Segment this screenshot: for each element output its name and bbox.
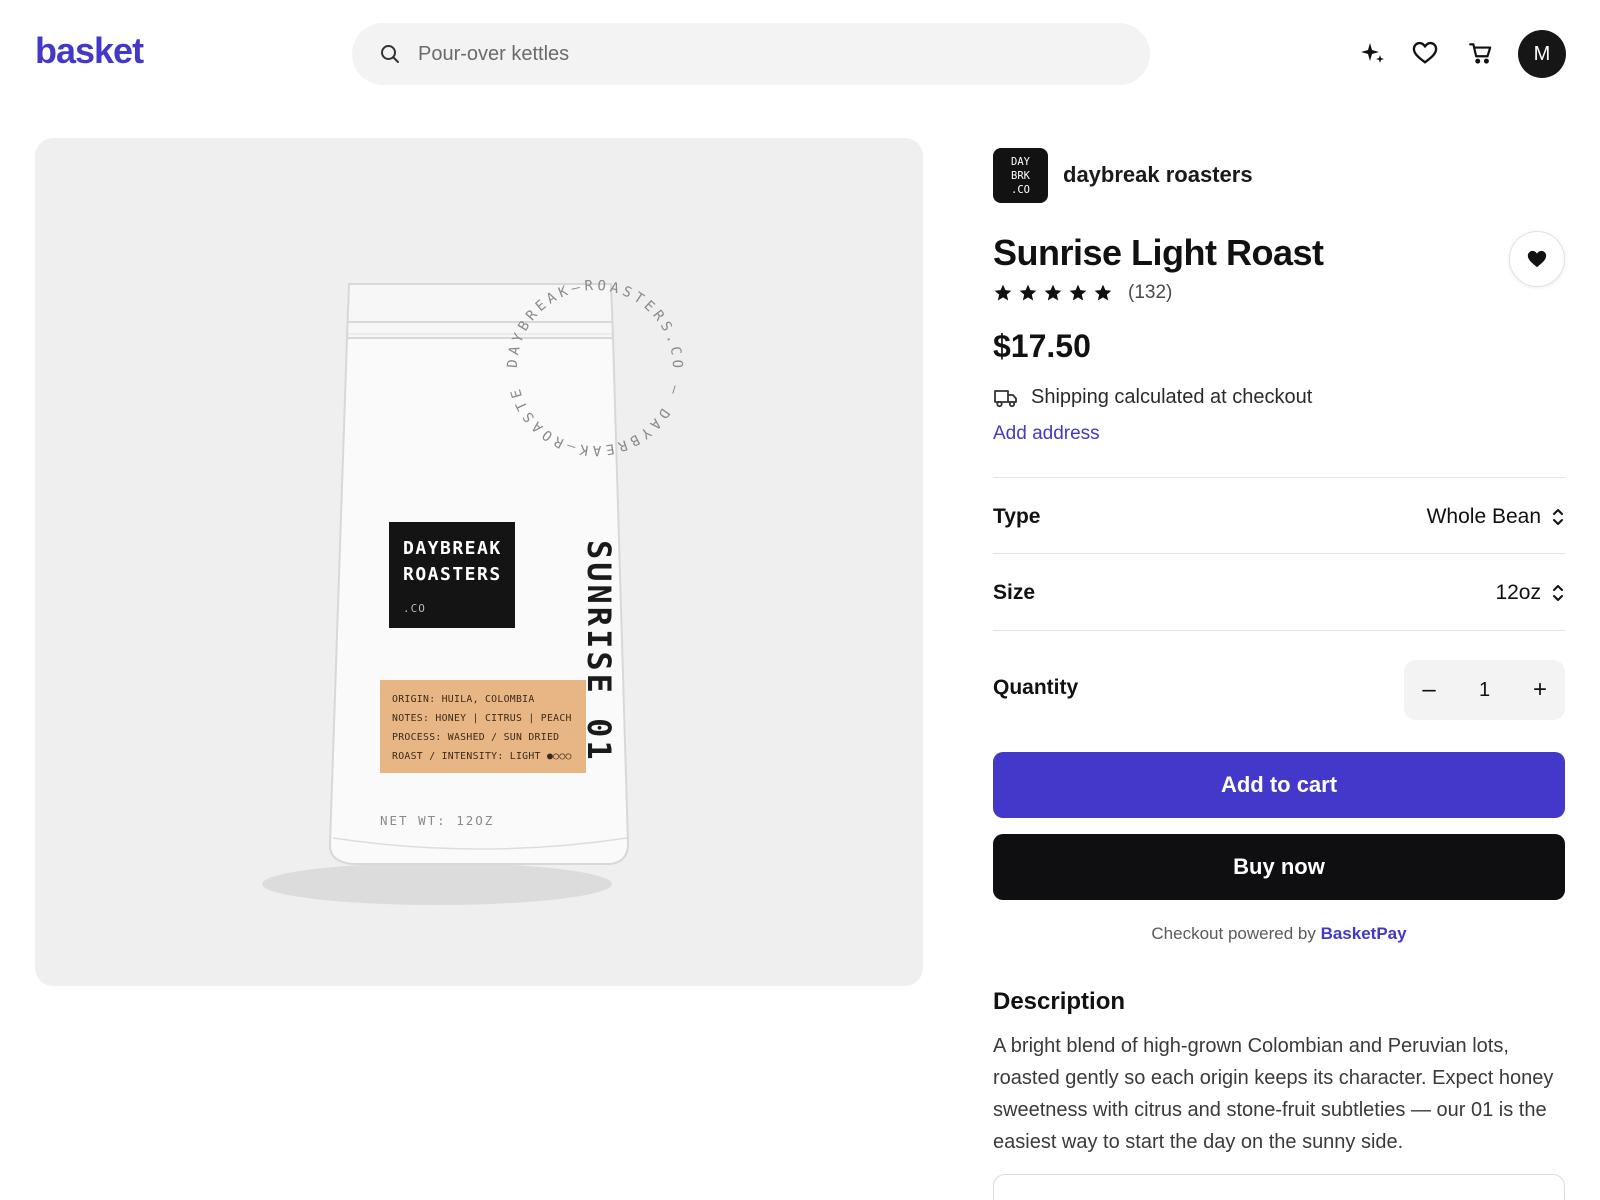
star-icon — [994, 284, 1012, 301]
product-rating[interactable]: (132) — [993, 282, 1172, 304]
bag-info-line: NOTES: HONEY | CITRUS | PEACH — [392, 713, 572, 724]
truck-icon — [994, 389, 1017, 407]
cart-icon[interactable] — [1466, 38, 1496, 68]
product-price: $17.50 — [993, 328, 1091, 364]
heart-icon[interactable] — [1410, 38, 1440, 68]
sparkle-icon[interactable] — [1358, 38, 1388, 68]
favorite-button[interactable] — [1509, 231, 1565, 287]
star-icon — [1044, 284, 1062, 301]
bag-info-line: ROAST / INTENSITY: LIGHT ●○○○ — [392, 751, 572, 762]
bag-info-line: PROCESS: WASHED / SUN DRIED — [392, 732, 559, 743]
shipping-info: Shipping calculated at checkout — [993, 386, 1312, 409]
quantity-stepper: – 1 + — [1404, 660, 1565, 720]
shop-logo-line: DAY — [1011, 155, 1030, 168]
add-to-cart-button[interactable]: Add to cart — [993, 752, 1565, 818]
shop-logo[interactable]: DAY BRK .CO — [993, 148, 1048, 203]
divider — [993, 477, 1565, 478]
divider — [993, 553, 1565, 554]
product-image[interactable]: DAYBREAK–ROASTERS.CO – DAYBREAK–ROASTE D… — [35, 138, 923, 986]
type-label: Type — [993, 505, 1041, 528]
site-header: basket M — [0, 0, 1600, 108]
powered-prefix: Checkout powered by — [1151, 924, 1321, 943]
chevron-updown-icon — [1553, 585, 1563, 601]
heart-filled-icon — [1527, 250, 1547, 268]
star-icon — [1069, 284, 1087, 301]
increase-quantity-button[interactable]: + — [1515, 660, 1565, 720]
bag-info-line: ORIGIN: HUILA, COLOMBIA — [392, 694, 535, 705]
bag-brand-line3: .CO — [403, 602, 426, 615]
description-body: A bright blend of high-grown Colombian a… — [993, 1035, 1554, 1153]
coffee-bag-illustration: DAYBREAK–ROASTERS.CO – DAYBREAK–ROASTE D… — [262, 278, 681, 905]
checkout-powered-by: Checkout powered by BasketPay — [993, 924, 1565, 944]
quantity-label: Quantity — [993, 676, 1079, 699]
decrease-quantity-button[interactable]: – — [1404, 660, 1454, 720]
star-icon — [1019, 284, 1037, 301]
search-bar[interactable] — [352, 23, 1150, 85]
more-details-box[interactable] — [993, 1174, 1565, 1200]
site-logo[interactable]: basket — [35, 30, 144, 72]
user-avatar[interactable]: M — [1518, 30, 1566, 78]
shop-logo-line: .CO — [1011, 183, 1030, 196]
type-select[interactable]: Whole Bean — [1427, 505, 1565, 529]
shop-name[interactable]: daybreak roasters — [1063, 162, 1253, 188]
add-address-link[interactable]: Add address — [993, 423, 1100, 445]
size-label: Size — [993, 581, 1036, 604]
quantity-value[interactable]: 1 — [1479, 679, 1490, 702]
type-value: Whole Bean — [1426, 505, 1541, 528]
chevron-updown-icon — [1553, 509, 1563, 525]
divider — [993, 630, 1565, 631]
search-input[interactable] — [418, 42, 1118, 66]
bag-net-weight: NET WT: 12OZ — [380, 813, 494, 828]
bag-brand-line2: ROASTERS — [403, 564, 502, 585]
review-count[interactable]: (132) — [1128, 282, 1172, 304]
bag-vertical-text: SUNRISE 01 — [580, 540, 618, 763]
shipping-text: Shipping calculated at checkout — [1031, 386, 1313, 408]
search-icon — [381, 45, 399, 63]
bag-brand-line1: DAYBREAK — [403, 538, 502, 559]
size-select[interactable]: 12oz — [1495, 581, 1565, 605]
size-value: 12oz — [1495, 581, 1541, 604]
product-title: Sunrise Light Roast — [993, 232, 1324, 273]
buy-now-button[interactable]: Buy now — [993, 834, 1565, 900]
basketpay-link[interactable]: BasketPay — [1321, 924, 1407, 943]
description-heading: Description — [993, 988, 1126, 1015]
star-icon — [1094, 284, 1112, 301]
shop-logo-line: BRK — [1011, 169, 1030, 182]
